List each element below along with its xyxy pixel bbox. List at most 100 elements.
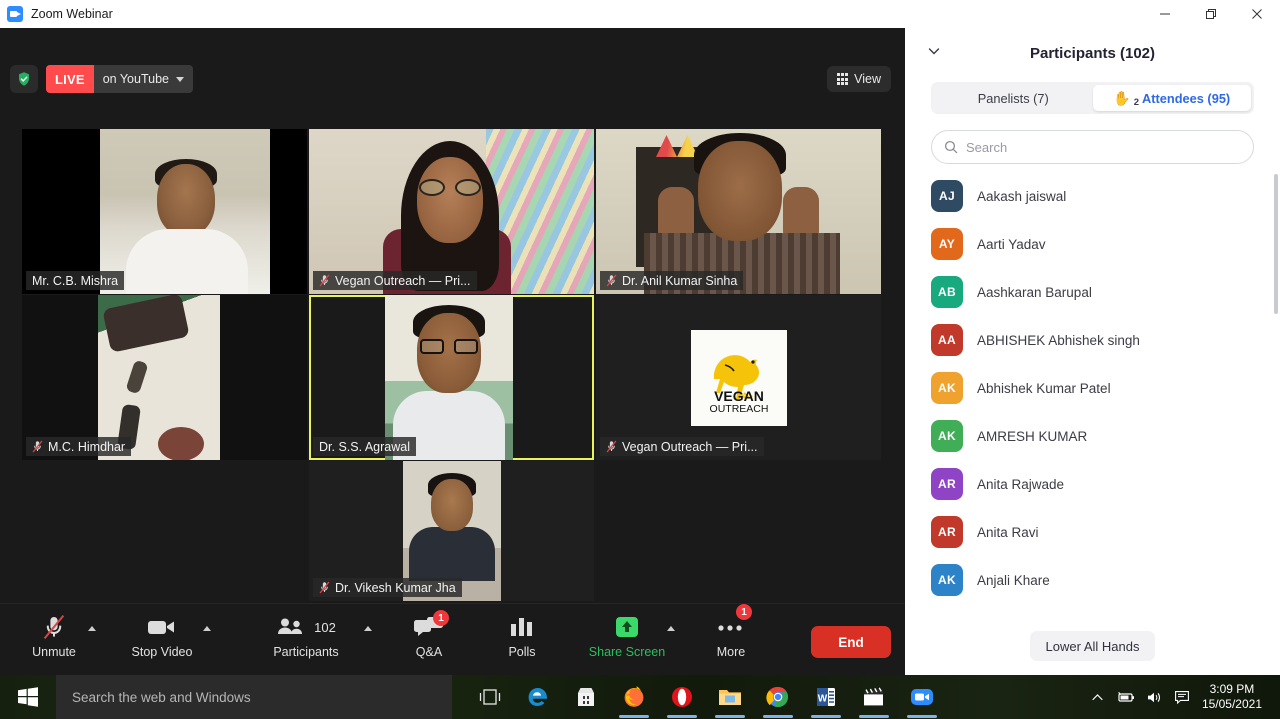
avatar: AK: [931, 420, 963, 452]
chevron-down-icon[interactable]: [175, 76, 184, 82]
participants-list[interactable]: AJ Aakash jaiswal AY Aarti Yadav AB Aash…: [905, 172, 1280, 604]
list-item[interactable]: AK Abhishek Kumar Patel: [905, 364, 1280, 412]
firefox-icon[interactable]: [610, 675, 658, 719]
unmute-button[interactable]: Unmute: [18, 612, 90, 670]
restore-icon[interactable]: [1188, 0, 1234, 28]
participant-name: Anjali Khare: [977, 572, 1050, 588]
stop-video-button[interactable]: Stop Video: [126, 612, 198, 670]
movies-tv-icon[interactable]: [850, 675, 898, 719]
live-badge: LIVE: [46, 65, 94, 93]
taskbar-clock[interactable]: 3:09 PM 15/05/2021: [1196, 682, 1272, 712]
minimize-icon[interactable]: [1142, 0, 1188, 28]
video-tile-grid: Mr. C.B. Mishra Vegan Outreach — Pri...: [0, 105, 905, 625]
window-controls: [1142, 0, 1280, 28]
chrome-icon[interactable]: [754, 675, 802, 719]
zoom-meeting-window: LIVE on YouTube View Mr. C.B. Mishra Veg…: [0, 28, 905, 675]
tile-name-chip: Dr. Vikesh Kumar Jha: [313, 578, 462, 597]
list-item[interactable]: AA ABHISHEK Abhishek singh: [905, 316, 1280, 364]
list-item[interactable]: AR Anita Ravi: [905, 508, 1280, 556]
microphone-muted-icon: [319, 274, 330, 287]
list-item[interactable]: AB Aashkaran Barupal: [905, 268, 1280, 316]
vegan-outreach-logo-icon: VEGAN OUTREACH: [690, 329, 787, 426]
participants-button[interactable]: 102 Participants: [268, 612, 344, 670]
tile-participant-name: Dr. Vikesh Kumar Jha: [335, 580, 456, 595]
polls-button[interactable]: Polls: [492, 612, 552, 670]
opera-icon[interactable]: [658, 675, 706, 719]
share-screen-label: Share Screen: [588, 645, 666, 659]
audio-options-caret-icon[interactable]: [88, 626, 96, 631]
video-tile[interactable]: M.C. Himdhar: [22, 295, 307, 460]
tab-attendees[interactable]: ✋ 2 Attendees (95): [1092, 85, 1251, 111]
video-options-caret-icon[interactable]: [203, 626, 211, 631]
video-tile[interactable]: Dr. Vikesh Kumar Jha: [309, 461, 594, 601]
meeting-topbar: LIVE on YouTube View: [0, 28, 905, 93]
tile-participant-name: Mr. C.B. Mishra: [32, 273, 119, 288]
search-box[interactable]: [931, 130, 1254, 164]
more-dots-icon: 1: [716, 604, 752, 642]
file-explorer-icon[interactable]: [706, 675, 754, 719]
view-button[interactable]: View: [826, 66, 891, 92]
microphone-muted-icon: [32, 440, 43, 453]
battery-icon[interactable]: [1112, 675, 1140, 719]
raised-hand-count: 2: [1133, 97, 1140, 108]
avatar: AB: [931, 276, 963, 308]
list-item[interactable]: AK AMRESH KUMAR: [905, 412, 1280, 460]
tile-participant-name: Vegan Outreach — Pri...: [335, 273, 471, 288]
task-view-icon[interactable]: [466, 675, 514, 719]
list-item[interactable]: AK Anjali Khare: [905, 556, 1280, 604]
video-tile[interactable]: Mr. C.B. Mishra: [22, 129, 307, 294]
search-icon: [944, 140, 958, 154]
clock-time: 3:09 PM: [1209, 682, 1255, 696]
video-tile[interactable]: VEGAN OUTREACH Vegan Outreach — Pri...: [596, 295, 881, 460]
tile-name-chip: Vegan Outreach — Pri...: [600, 437, 764, 456]
taskbar-search-box[interactable]: Search the web and Windows: [56, 675, 452, 719]
tab-panelists[interactable]: Panelists (7): [934, 85, 1093, 111]
video-tile[interactable]: Dr. Anil Kumar Sinha: [596, 129, 881, 294]
system-tray: 3:09 PM 15/05/2021: [1084, 675, 1280, 719]
live-status-pill[interactable]: LIVE on YouTube: [46, 65, 193, 93]
avatar: AR: [931, 516, 963, 548]
shield-check-icon[interactable]: [10, 65, 38, 93]
polls-bar-icon: [509, 612, 535, 642]
list-item[interactable]: AR Anita Rajwade: [905, 460, 1280, 508]
participants-panel-header: Participants (102): [905, 28, 1280, 78]
taskbar-search-placeholder: Search the web and Windows: [72, 689, 251, 705]
end-button[interactable]: End: [811, 626, 891, 658]
share-options-caret-icon[interactable]: [667, 626, 675, 631]
live-streaming-group: LIVE on YouTube: [10, 64, 193, 94]
zoom-video-icon: [7, 6, 23, 22]
participants-options-caret-icon[interactable]: [364, 626, 372, 631]
list-item[interactable]: AJ Aakash jaiswal: [905, 172, 1280, 220]
show-hidden-icons-icon[interactable]: [1084, 675, 1112, 719]
action-center-icon[interactable]: [1168, 675, 1196, 719]
avatar: AK: [931, 564, 963, 596]
meeting-toolbar: Unmute Stop Video 102 Participants 1 Q&A…: [0, 603, 905, 675]
stop-video-label: Stop Video: [131, 645, 193, 659]
video-tile-active-speaker[interactable]: Dr. S.S. Agrawal: [309, 295, 594, 460]
share-screen-button[interactable]: Share Screen: [575, 612, 679, 670]
more-badge: 1: [736, 604, 752, 620]
chevron-down-icon[interactable]: [927, 44, 941, 58]
participants-icon: 102: [276, 612, 336, 642]
qa-badge: 1: [433, 610, 449, 626]
list-item[interactable]: AY Aarti Yadav: [905, 220, 1280, 268]
participants-panel: Participants (102) Panelists (7) ✋ 2 Att…: [905, 28, 1280, 675]
word-icon[interactable]: W: [802, 675, 850, 719]
participants-label: Participants: [273, 645, 339, 659]
search-input[interactable]: [966, 139, 1241, 155]
close-icon[interactable]: [1234, 0, 1280, 28]
participants-panel-footer: Lower All Hands: [905, 617, 1280, 675]
lower-all-hands-button[interactable]: Lower All Hands: [1029, 631, 1156, 661]
taskbar-app-icons: W: [466, 675, 946, 719]
qa-button[interactable]: 1 Q&A: [398, 610, 460, 670]
video-tile[interactable]: Vegan Outreach — Pri...: [309, 129, 594, 294]
participant-name: AMRESH KUMAR: [977, 428, 1088, 444]
edge-icon[interactable]: [514, 675, 562, 719]
more-button[interactable]: 1 More: [700, 604, 762, 670]
volume-icon[interactable]: [1140, 675, 1168, 719]
share-screen-icon: [613, 612, 641, 642]
zoom-icon[interactable]: [898, 675, 946, 719]
microsoft-store-icon[interactable]: [562, 675, 610, 719]
windows-start-icon[interactable]: [0, 675, 56, 719]
participants-scrollbar[interactable]: [1274, 174, 1278, 314]
